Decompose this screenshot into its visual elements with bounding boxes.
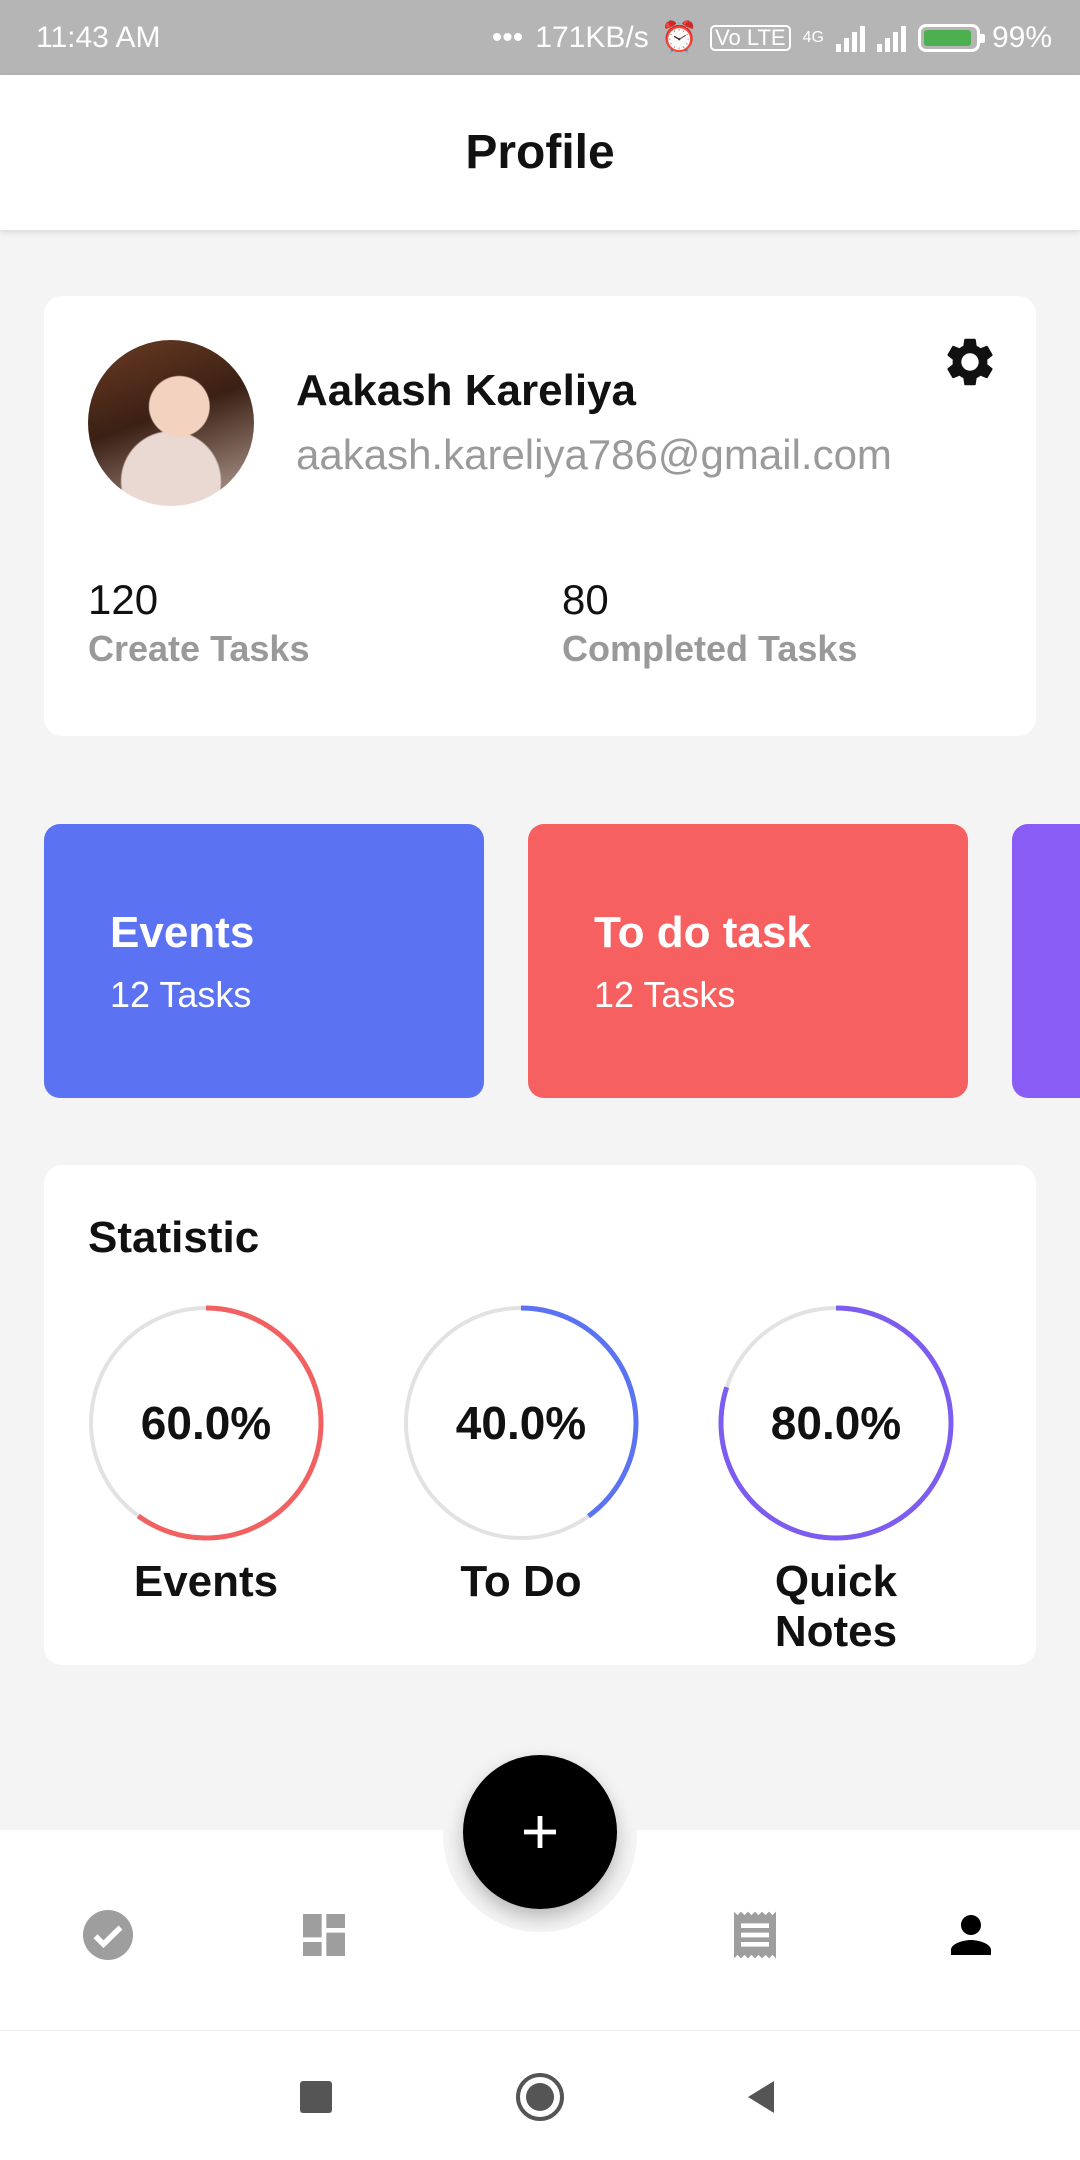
tile-subtitle: 12 Tasks — [594, 974, 736, 1015]
statistic-card: Statistic 60.0% Events 40.0% To Do 80.0%… — [44, 1165, 1036, 1665]
stat-percent: 60.0% — [140, 1397, 272, 1449]
net-speed: 171KB/s — [535, 20, 649, 54]
stat-percent: 80.0% — [770, 1397, 902, 1449]
plus-icon — [524, 1816, 556, 1848]
statistic-title: Statistic — [88, 1213, 260, 1262]
dashboard-icon[interactable] — [289, 1900, 359, 1970]
created-tasks-count: 120 — [88, 576, 159, 623]
avatar[interactable] — [88, 340, 254, 506]
tile-title: Events — [110, 908, 255, 957]
square-icon[interactable] — [288, 2069, 344, 2125]
receipt-icon[interactable] — [720, 1900, 790, 1970]
add-task-button[interactable] — [463, 1755, 617, 1909]
status-bar: 11:43 AM ••• 171KB/s ⏰ Vo LTE 4G 99% — [0, 0, 1080, 75]
completed-tasks-count: 80 — [562, 576, 609, 623]
profile-card: Aakash Kareliya aakash.kareliya786@gmail… — [44, 296, 1036, 736]
tile-title: To do task — [594, 908, 811, 957]
tile-todo[interactable]: To do task 12 Tasks — [528, 824, 968, 1098]
stat-percent: 40.0% — [455, 1397, 587, 1449]
status-icons: ••• 171KB/s ⏰ Vo LTE 4G 99% — [492, 20, 1052, 55]
stat-quick-notes: 80.0% Quick Notes — [716, 1303, 956, 1657]
alarm-icon: ⏰ — [660, 21, 699, 54]
system-nav — [0, 2030, 1080, 2160]
signal-icon-2 — [876, 24, 906, 52]
stat-label: Events — [133, 1557, 279, 1606]
stat-events: 60.0% Events — [86, 1303, 326, 1607]
stat-label: To Do — [460, 1557, 582, 1606]
home-circle-icon[interactable] — [512, 2069, 568, 2125]
check-circle-icon[interactable] — [73, 1900, 143, 1970]
app-bar: Profile — [0, 75, 1080, 230]
network-type: 4G — [802, 28, 824, 46]
battery-icon — [917, 23, 985, 52]
tile-events[interactable]: Events 12 Tasks — [44, 824, 484, 1098]
stat-label: Quick Notes — [774, 1557, 898, 1656]
volte-icon: Vo LTE — [710, 24, 791, 51]
completed-tasks-label: Completed Tasks — [562, 628, 858, 669]
user-name: Aakash Kareliya — [296, 366, 636, 415]
tile-quick-notes-partial[interactable] — [1012, 824, 1080, 1098]
gear-icon[interactable] — [940, 332, 1000, 392]
page-title: Profile — [465, 126, 615, 179]
stat-todo: 40.0% To Do — [401, 1303, 641, 1607]
back-triangle-icon[interactable] — [734, 2069, 790, 2125]
person-icon[interactable] — [936, 1900, 1006, 1970]
battery-level: 99% — [991, 20, 1052, 54]
more-dots-icon: ••• — [491, 20, 524, 54]
signal-icon — [835, 24, 865, 52]
status-time: 11:43 AM — [36, 20, 161, 54]
created-tasks-label: Create Tasks — [88, 628, 310, 669]
user-email: aakash.kareliya786@gmail.com — [296, 431, 892, 478]
tile-subtitle: 12 Tasks — [110, 974, 252, 1015]
